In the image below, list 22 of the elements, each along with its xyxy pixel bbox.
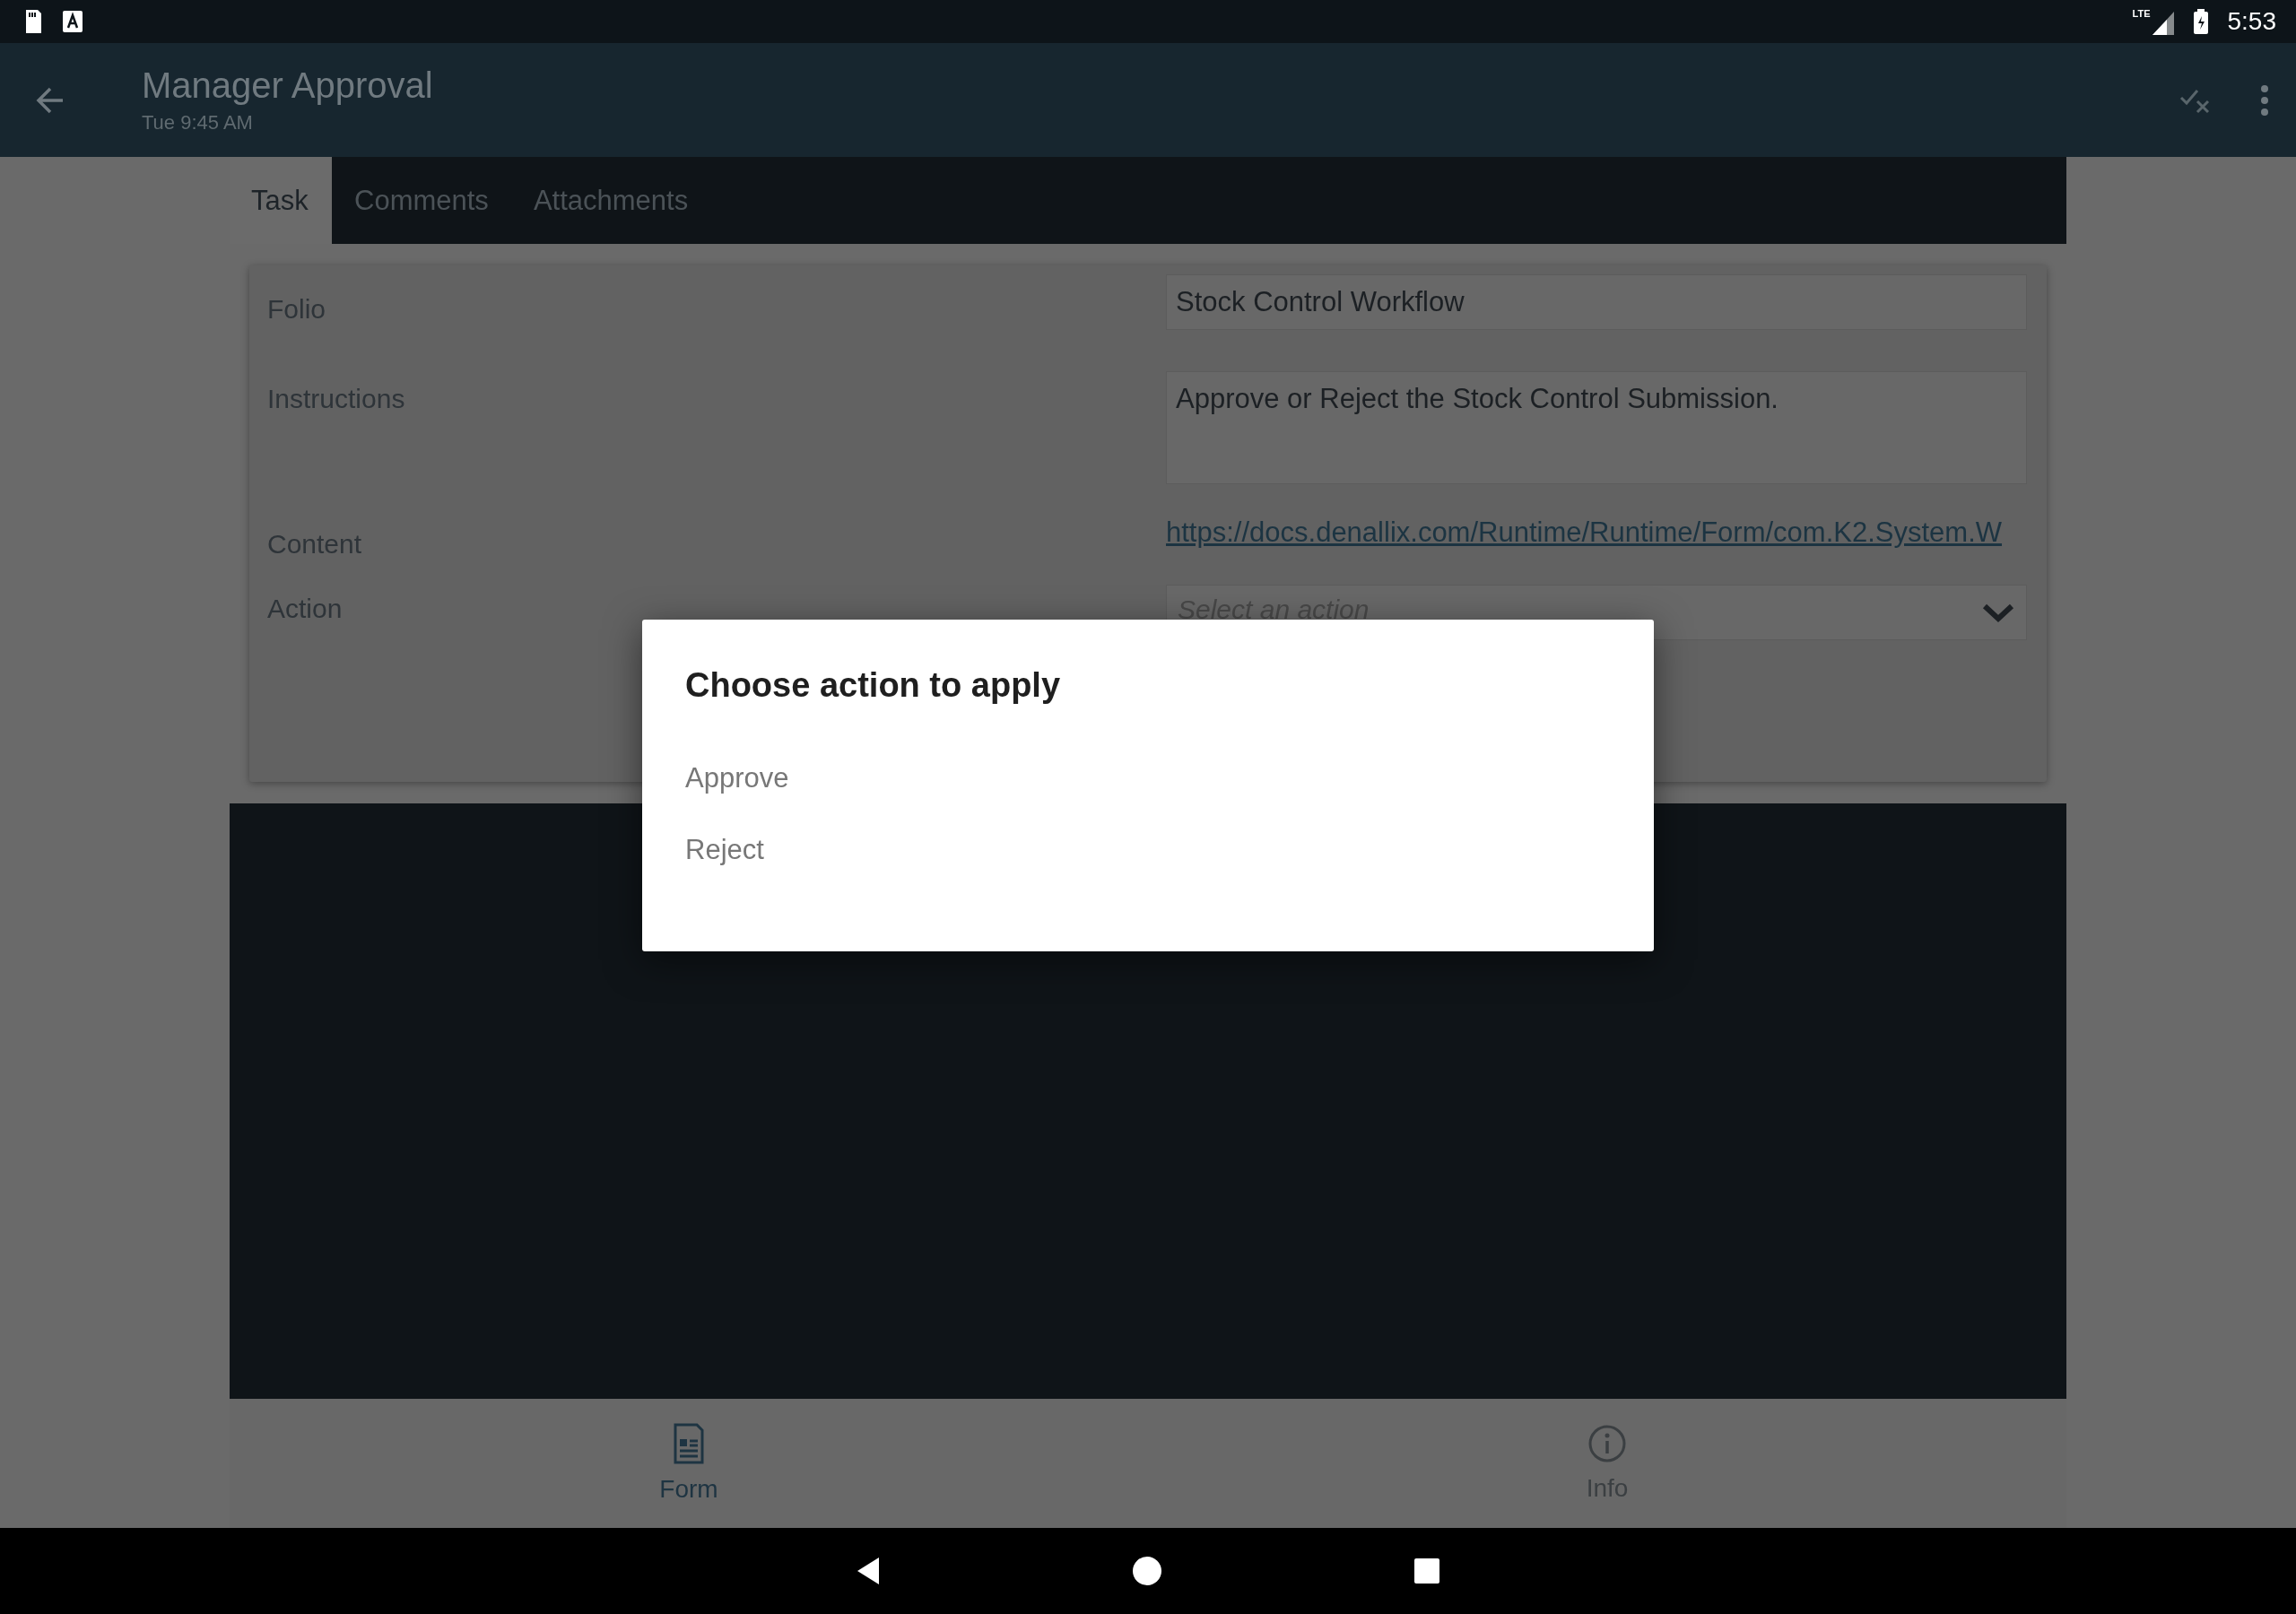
- document-icon: [673, 1423, 705, 1464]
- info-icon: [1587, 1424, 1627, 1463]
- nav-tab[interactable]: Form: [230, 1399, 1148, 1528]
- tab[interactable]: Task: [230, 157, 332, 244]
- clock-time: 5:53: [2227, 7, 2276, 36]
- content-link[interactable]: https://docs.denallix.com/Runtime/Runtime/Form/com.K2.System.W: [1166, 516, 2002, 549]
- screen-title: Manager Approval: [142, 65, 434, 106]
- home-circle-icon[interactable]: [1132, 1556, 1162, 1586]
- dialog-option[interactable]: Approve: [685, 762, 789, 834]
- keyboard-a-icon: [63, 11, 83, 32]
- recents-square-icon[interactable]: [1413, 1558, 1440, 1584]
- sd-card-icon: [23, 10, 43, 33]
- dialog-title: Choose action to apply: [685, 666, 1062, 705]
- text-field[interactable]: Stock Control Workflow: [1166, 274, 2027, 330]
- more-options-icon[interactable]: [2260, 83, 2269, 117]
- screen-subtitle: Tue 9:45 AM: [142, 111, 254, 134]
- text-area[interactable]: Approve or Reject the Stock Control Submission.: [1166, 371, 2027, 484]
- dialog-option[interactable]: Reject: [685, 833, 764, 905]
- back-triangle-icon[interactable]: [856, 1556, 881, 1586]
- battery-charging-icon: [2193, 9, 2208, 34]
- tab[interactable]: Comments: [332, 157, 511, 244]
- tab[interactable]: Attachments: [510, 157, 711, 244]
